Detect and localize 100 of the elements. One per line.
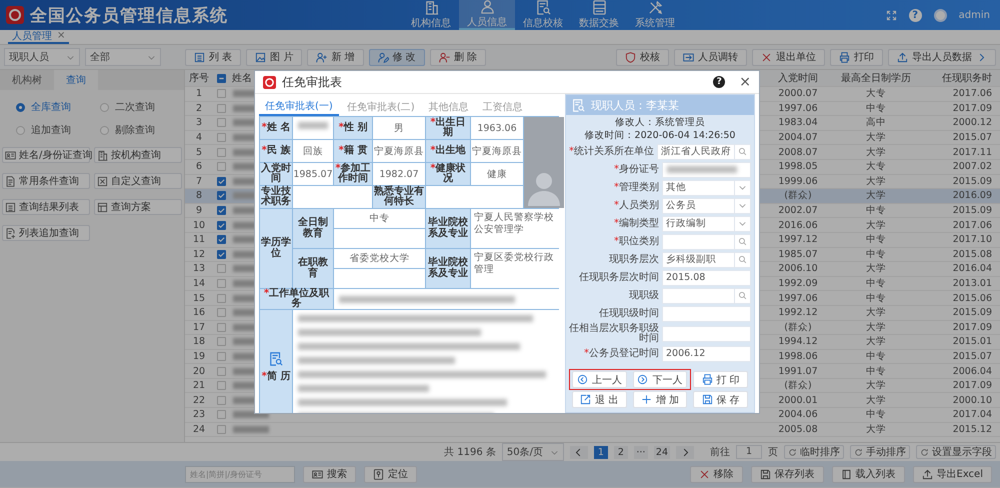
- bottom-button[interactable]: 搜索: [303, 466, 356, 482]
- dropdown[interactable]: 其他: [662, 180, 751, 196]
- close-button[interactable]: ×: [739, 74, 751, 90]
- dropdown[interactable]: 行政编制: [662, 216, 751, 232]
- row-checkbox[interactable]: [216, 176, 226, 186]
- sort-button[interactable]: 临时排序: [784, 445, 844, 459]
- input-field[interactable]: [662, 326, 751, 342]
- query-button[interactable]: 自定义查询: [94, 173, 182, 189]
- page-size-dropdown[interactable]: 50条/页: [502, 443, 564, 461]
- query-button[interactable]: 姓名/身份证查询: [2, 147, 90, 163]
- page-button[interactable]: 1: [594, 446, 608, 458]
- row-checkbox[interactable]: [216, 89, 226, 98]
- input-field[interactable]: 2015.08: [662, 270, 751, 286]
- radio-label[interactable]: 追加查询: [31, 123, 71, 137]
- toolbar-button[interactable]: 导出人员数据: [888, 48, 996, 66]
- page-button[interactable]: 24: [654, 446, 670, 458]
- nav-item[interactable]: 机构信息: [403, 0, 459, 30]
- row-checkbox[interactable]: [216, 294, 226, 303]
- lookup-field[interactable]: 浙江省人民政府: [657, 144, 751, 160]
- row-checkbox[interactable]: [216, 279, 226, 288]
- radio-label[interactable]: 全库查询: [31, 100, 71, 114]
- sort-button[interactable]: 设置显示字段: [916, 445, 996, 459]
- row-checkbox[interactable]: [216, 148, 226, 157]
- radio-button[interactable]: [16, 126, 25, 134]
- dropdown[interactable]: 全部: [85, 48, 161, 66]
- sort-button[interactable]: 手动排序: [850, 445, 910, 459]
- dialog-button[interactable]: 增 加: [632, 391, 688, 408]
- row-checkbox[interactable]: [216, 410, 226, 420]
- row-checkbox[interactable]: [216, 352, 226, 361]
- table-row[interactable]: 24 2005.08 大学 2015.12: [185, 422, 1000, 438]
- bottom-button[interactable]: 载入列表: [832, 466, 904, 482]
- dialog-button[interactable]: 打 印: [693, 371, 748, 388]
- page-button[interactable]: 2: [614, 446, 628, 458]
- row-checkbox[interactable]: [216, 381, 226, 390]
- radio-button[interactable]: [100, 102, 109, 112]
- row-checkbox[interactable]: [216, 104, 226, 113]
- row-checkbox[interactable]: [216, 191, 226, 200]
- input-field[interactable]: [662, 162, 751, 178]
- row-checkbox[interactable]: [216, 308, 226, 318]
- dialog-button[interactable]: 保 存: [693, 391, 748, 408]
- dialog-button[interactable]: 上一人: [572, 371, 627, 388]
- toolbar-button[interactable]: 人员调转: [674, 48, 747, 66]
- lookup-field[interactable]: 乡科级副职: [662, 252, 751, 268]
- query-button[interactable]: 查询结果列表: [2, 199, 90, 215]
- nav-item[interactable]: 数据交换: [571, 0, 627, 30]
- row-checkbox[interactable]: [216, 264, 226, 274]
- input-field[interactable]: 2006.12: [662, 346, 751, 362]
- query-button[interactable]: 常用条件查询: [2, 173, 90, 189]
- toolbar-button[interactable]: 图 片: [246, 48, 302, 66]
- lookup-field[interactable]: [662, 288, 751, 304]
- bottom-button[interactable]: 定位: [364, 466, 417, 482]
- toolbar-button[interactable]: 校核: [616, 48, 669, 66]
- row-checkbox[interactable]: [216, 133, 226, 142]
- dialog-button[interactable]: 下一人: [632, 371, 688, 388]
- form-label: 毕业院校系及专业: [426, 209, 470, 248]
- row-checkbox[interactable]: [216, 206, 226, 216]
- toolbar-button[interactable]: 列 表: [185, 48, 242, 66]
- row-checkbox[interactable]: [216, 250, 226, 259]
- upload-icon: [922, 468, 932, 480]
- row-checkbox[interactable]: [216, 424, 226, 434]
- row-checkbox[interactable]: [216, 322, 226, 332]
- bottom-button[interactable]: 移除: [690, 466, 742, 482]
- dropdown[interactable]: 现职人员: [4, 48, 80, 66]
- radio-label[interactable]: 剔除查询: [115, 123, 155, 137]
- panel-tab[interactable]: 机构树: [0, 70, 54, 90]
- radio-button[interactable]: [16, 102, 25, 112]
- help-button[interactable]: ?: [908, 8, 922, 22]
- toolbar-button[interactable]: 删 除: [430, 48, 486, 66]
- lookup-field[interactable]: [662, 234, 751, 250]
- avatar-icon[interactable]: [934, 8, 947, 22]
- nav-item[interactable]: 系统管理: [627, 0, 683, 30]
- row-checkbox[interactable]: [216, 118, 226, 128]
- row-checkbox[interactable]: [216, 162, 226, 172]
- input-field[interactable]: [662, 306, 751, 322]
- help-button[interactable]: ?: [713, 76, 726, 88]
- prev-page-button[interactable]: [570, 446, 588, 458]
- query-button[interactable]: 列表追加查询: [2, 225, 90, 241]
- query-button[interactable]: 按机构查询: [94, 147, 182, 163]
- dialog-button[interactable]: 退 出: [572, 391, 627, 408]
- row-checkbox[interactable]: [216, 220, 226, 230]
- row-checkbox[interactable]: [216, 235, 226, 244]
- row-checkbox[interactable]: [216, 396, 226, 405]
- row-checkbox[interactable]: [216, 366, 226, 376]
- page-input[interactable]: 1: [736, 445, 762, 459]
- select-all-checkbox[interactable]: [216, 74, 226, 82]
- toolbar-button[interactable]: 退出单位: [752, 48, 825, 66]
- bottom-button[interactable]: 导出Excel: [912, 466, 992, 482]
- page-button[interactable]: ···: [634, 446, 648, 458]
- radio-label[interactable]: 二次查询: [115, 100, 155, 114]
- toolbar-button[interactable]: 新 增: [307, 48, 364, 66]
- toolbar-button[interactable]: 修 改: [368, 48, 425, 66]
- toolbar-button[interactable]: 打印: [830, 48, 883, 66]
- next-page-button[interactable]: [676, 446, 694, 458]
- dropdown[interactable]: 公务员: [662, 198, 751, 214]
- bottom-button[interactable]: 保存列表: [750, 466, 824, 482]
- panel-tab[interactable]: 查询: [54, 70, 98, 90]
- radio-button[interactable]: [100, 126, 109, 134]
- nav-item[interactable]: 信息校核: [515, 0, 571, 30]
- row-checkbox[interactable]: [216, 337, 226, 346]
- query-button[interactable]: 查询方案: [94, 199, 182, 215]
